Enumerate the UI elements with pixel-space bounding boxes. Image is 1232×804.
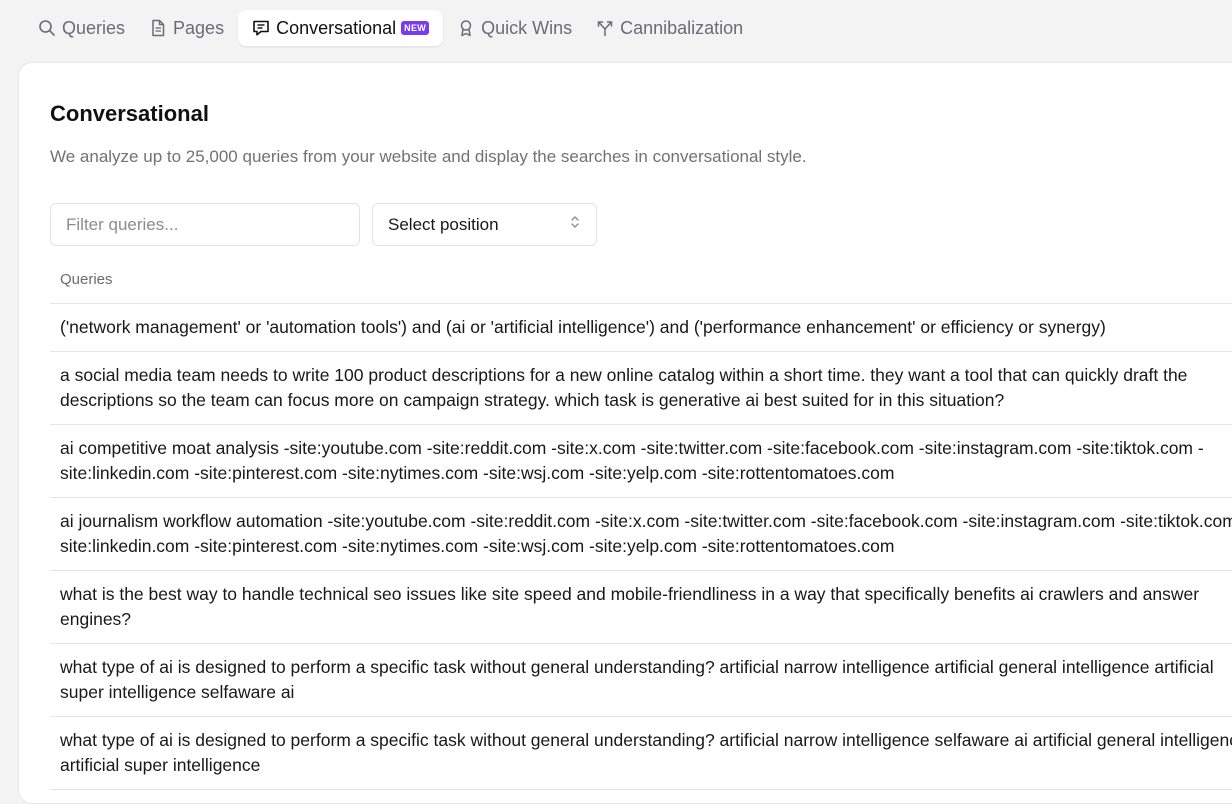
chat-icon xyxy=(252,19,270,37)
table-row[interactable]: what type of ai is designed to perform a… xyxy=(50,717,1232,790)
table-row[interactable]: ('network management' or 'automation too… xyxy=(50,304,1232,352)
new-badge: NEW xyxy=(401,21,430,35)
table-row[interactable]: what type of ai is designed to perform a… xyxy=(50,644,1232,717)
queries-table: ('network management' or 'automation too… xyxy=(50,303,1232,790)
page-title: Conversational xyxy=(50,101,209,126)
tab-conversational[interactable]: Conversational NEW xyxy=(238,10,444,46)
table-row[interactable]: what is the best way to handle technical… xyxy=(50,571,1232,644)
tab-cannibalization[interactable]: Cannibalization xyxy=(586,10,753,46)
tab-label: Conversational xyxy=(276,17,397,38)
tab-label: Quick Wins xyxy=(481,17,573,38)
tab-bar: Queries Pages Conversational NEW Quick W… xyxy=(28,10,753,46)
table-row[interactable]: ai competitive moat analysis -site:youtu… xyxy=(50,425,1232,498)
table-row[interactable]: a social media team needs to write 100 p… xyxy=(50,352,1232,425)
content-panel: Conversational We analyze up to 25,000 q… xyxy=(18,62,1232,804)
search-icon xyxy=(38,19,56,37)
table-row[interactable]: ai journalism workflow automation -site:… xyxy=(50,498,1232,571)
tab-label: Pages xyxy=(173,17,225,38)
chevron-up-down-icon xyxy=(569,214,581,235)
split-icon xyxy=(596,19,614,37)
tab-quick-wins[interactable]: Quick Wins xyxy=(447,10,582,46)
filter-queries-input[interactable] xyxy=(50,203,360,246)
tab-label: Cannibalization xyxy=(620,17,744,38)
page-subtitle: We analyze up to 25,000 queries from you… xyxy=(50,147,807,166)
position-select-label: Select position xyxy=(388,214,499,234)
position-select[interactable]: Select position xyxy=(372,203,597,246)
award-icon xyxy=(457,19,475,37)
tab-label: Queries xyxy=(62,17,126,38)
queries-column-header: Queries xyxy=(60,271,113,288)
tab-queries[interactable]: Queries xyxy=(28,10,135,46)
tab-pages[interactable]: Pages xyxy=(139,10,234,46)
page-icon xyxy=(149,19,167,37)
